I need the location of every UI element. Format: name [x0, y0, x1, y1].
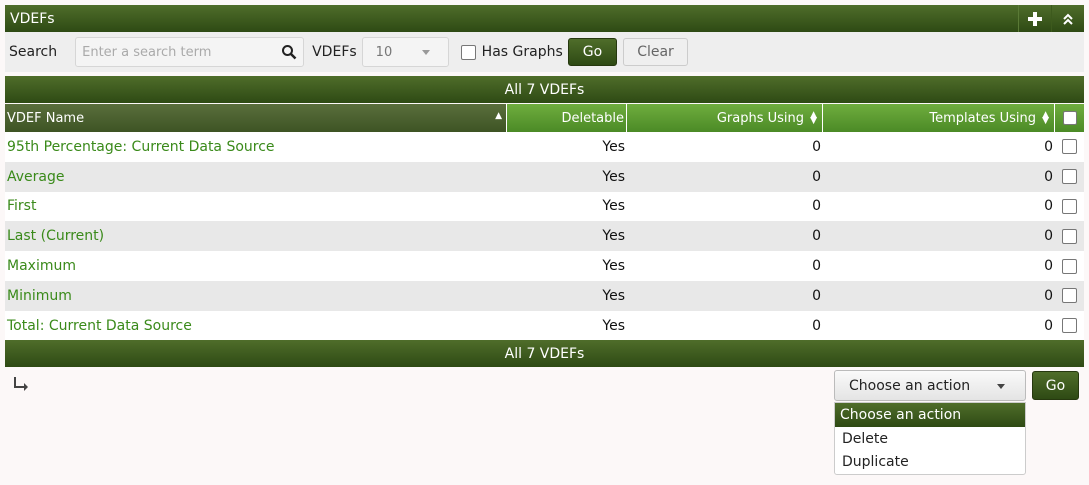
- table-row: Total: Current Data Source Yes 0 0: [5, 310, 1084, 341]
- table-row: Minimum Yes 0 0: [5, 280, 1084, 311]
- has-graphs-label: Has Graphs: [481, 44, 563, 60]
- column-header-templates-using[interactable]: Templates Using ▲ ▼: [823, 104, 1055, 132]
- templates-using-cell: 0: [1044, 198, 1053, 215]
- column-label-graphs-using: Graphs Using: [716, 110, 804, 126]
- plus-icon[interactable]: [1018, 5, 1051, 32]
- menu-item-duplicate[interactable]: Duplicate: [835, 451, 1025, 475]
- chevron-down-icon: [997, 384, 1005, 389]
- column-label-name: VDEF Name: [7, 110, 85, 126]
- clear-button[interactable]: Clear: [623, 38, 688, 66]
- table-row: Last (Current) Yes 0 0: [5, 221, 1084, 252]
- row-checkbox[interactable]: [1062, 228, 1077, 244]
- row-checkbox[interactable]: [1062, 169, 1077, 185]
- table-row: 95th Percentage: Current Data Source Yes…: [5, 132, 1084, 162]
- column-header-graphs-using[interactable]: Graphs Using ▲ ▼: [627, 104, 823, 132]
- filter-go-button[interactable]: Go: [567, 38, 618, 66]
- action-dropdown-menu: Choose an action Delete Duplicate: [834, 402, 1026, 475]
- graphs-using-cell: 0: [812, 138, 821, 155]
- table-row: Maximum Yes 0 0: [5, 251, 1084, 281]
- table-row: First Yes 0 0: [5, 191, 1084, 222]
- has-graphs-checkbox[interactable]: [460, 44, 476, 60]
- row-checkbox[interactable]: [1062, 318, 1077, 334]
- sort-asc-icon: ▲: [495, 111, 502, 121]
- column-header-deletable: Deletable: [507, 104, 627, 132]
- row-checkbox[interactable]: [1062, 258, 1077, 274]
- vdef-name-link[interactable]: Minimum: [5, 288, 507, 304]
- search-label: Search: [9, 44, 58, 60]
- templates-using-cell: 0: [1044, 168, 1053, 185]
- deletable-cell: Yes: [602, 287, 625, 304]
- table-header: VDEF Name ▲ Deletable Graphs Using ▲ ▼ Te…: [5, 104, 1084, 132]
- vdef-name-link[interactable]: Last (Current): [5, 228, 507, 244]
- column-label-templates-using: Templates Using: [929, 110, 1036, 126]
- column-label-deletable: Deletable: [561, 110, 624, 126]
- rows-select[interactable]: 10: [361, 37, 449, 67]
- search-field[interactable]: [75, 37, 305, 67]
- column-header-name[interactable]: VDEF Name ▲: [5, 104, 507, 132]
- action-select-value: Choose an action: [849, 377, 971, 394]
- deletable-cell: Yes: [602, 198, 625, 215]
- vdef-name-link[interactable]: 95th Percentage: Current Data Source: [5, 139, 507, 155]
- filter-bar: Search VDEFs 10 Has Graphs Go Clear: [5, 32, 1084, 72]
- row-checkbox[interactable]: [1062, 288, 1077, 304]
- templates-using-cell: 0: [1044, 287, 1053, 304]
- graphs-using-cell: 0: [812, 168, 821, 185]
- vdef-name-link[interactable]: Average: [5, 169, 507, 185]
- action-go-button[interactable]: Go: [1032, 371, 1079, 400]
- search-input[interactable]: [82, 44, 273, 60]
- templates-using-cell: 0: [1044, 228, 1053, 245]
- double-chevron-up-icon[interactable]: [1051, 5, 1084, 32]
- deletable-cell: Yes: [602, 168, 625, 185]
- templates-using-cell: 0: [1044, 138, 1053, 155]
- vdef-name-link[interactable]: First: [5, 198, 507, 214]
- select-all-checkbox[interactable]: [1062, 111, 1077, 125]
- vdef-name-link[interactable]: Total: Current Data Source: [5, 318, 507, 334]
- page-title: VDEFs: [10, 10, 55, 27]
- action-select[interactable]: Choose an action: [834, 370, 1026, 401]
- column-header-select-all: [1055, 104, 1084, 132]
- graphs-using-cell: 0: [812, 317, 821, 334]
- panel-header: VDEFs: [5, 5, 1084, 32]
- menu-item-delete[interactable]: Delete: [835, 427, 1025, 451]
- sort-icon: ▲ ▼: [810, 110, 817, 126]
- rows-select-value: 10: [375, 44, 393, 60]
- sort-icon: ▲ ▼: [1042, 110, 1049, 126]
- search-icon[interactable]: [281, 44, 297, 60]
- count-banner-bottom: All 7 VDEFs: [5, 340, 1084, 367]
- deletable-cell: Yes: [602, 317, 625, 334]
- templates-using-cell: 0: [1044, 317, 1053, 334]
- deletable-cell: Yes: [602, 228, 625, 245]
- table-row: Average Yes 0 0: [5, 161, 1084, 192]
- menu-item-choose-action[interactable]: Choose an action: [835, 403, 1025, 427]
- count-banner-top: All 7 VDEFs: [5, 76, 1084, 103]
- graphs-using-cell: 0: [812, 258, 821, 275]
- table-body: 95th Percentage: Current Data Source Yes…: [5, 132, 1084, 341]
- chevron-down-icon: [421, 50, 430, 55]
- graphs-using-cell: 0: [812, 198, 821, 215]
- graphs-using-cell: 0: [812, 228, 821, 245]
- rows-label: VDEFs: [312, 44, 357, 60]
- row-checkbox[interactable]: [1062, 139, 1077, 155]
- deletable-cell: Yes: [602, 138, 625, 155]
- graphs-using-cell: 0: [812, 287, 821, 304]
- templates-using-cell: 0: [1044, 258, 1053, 275]
- vdef-name-link[interactable]: Maximum: [5, 258, 507, 274]
- row-checkbox[interactable]: [1062, 198, 1077, 214]
- return-arrow-icon: [14, 377, 28, 391]
- deletable-cell: Yes: [602, 258, 625, 275]
